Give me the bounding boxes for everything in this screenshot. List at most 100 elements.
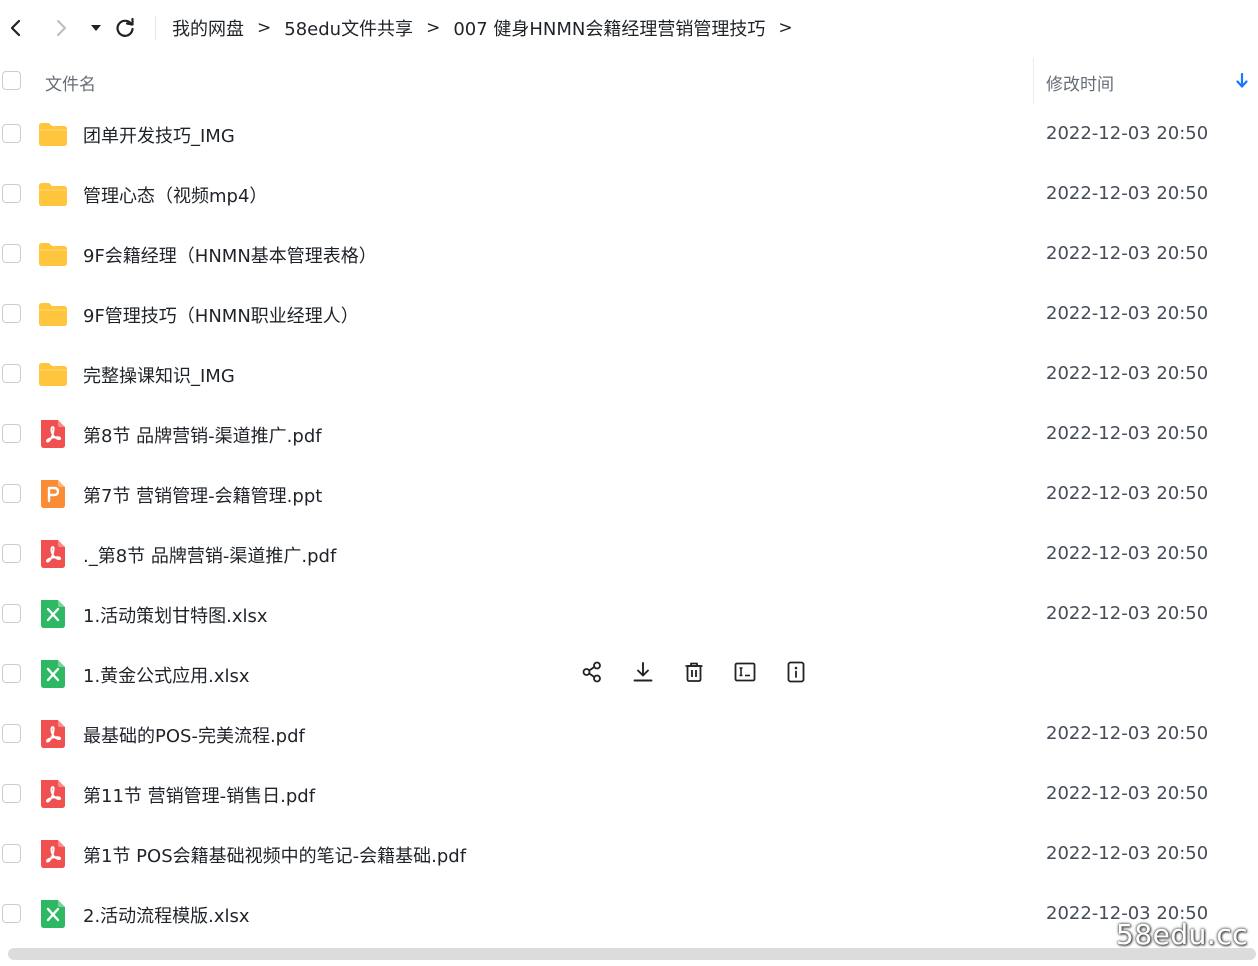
folder-icon	[38, 240, 68, 268]
folder-icon	[38, 360, 68, 388]
share-button[interactable]	[578, 660, 606, 688]
file-row[interactable]: 完整操课知识_IMG 2022-12-03 20:50	[0, 344, 1258, 404]
modified-time: 2022-12-03 20:50	[1046, 303, 1209, 324]
file-row[interactable]: 第11节 营销管理-销售日.pdf 2022-12-03 20:50	[0, 764, 1258, 824]
file-list: 团单开发技巧_IMG 2022-12-03 20:50 管理心态（视频mp4） 202…	[0, 104, 1258, 944]
pdf-file-icon	[38, 540, 68, 568]
file-row[interactable]: 2.活动流程模版.xlsx 2022-12-03 20:50	[0, 884, 1258, 944]
toolbar-divider	[155, 16, 156, 40]
modified-time: 2022-12-03 20:50	[1046, 843, 1209, 864]
file-row[interactable]: 第1节 POS会籍基础视频中的笔记-会籍基础.pdf 2022-12-03 20:…	[0, 824, 1258, 884]
file-row[interactable]: ._第8节 品牌营销-渠道推广.pdf 2022-12-03 20:50	[0, 524, 1258, 584]
delete-button[interactable]	[680, 660, 708, 688]
file-name[interactable]: 1.活动策划甘特图.xlsx	[83, 602, 268, 628]
file-name[interactable]: 2.活动流程模版.xlsx	[83, 902, 250, 928]
modified-time: 2022-12-03 20:50	[1046, 783, 1209, 804]
table-header: 文件名 修改时间	[0, 58, 1258, 104]
watermark-text: 58edu.cc	[1116, 918, 1249, 951]
folder-icon	[38, 300, 68, 328]
file-name[interactable]: 9F管理技巧（HNMN职业经理人）	[83, 302, 359, 328]
row-checkbox[interactable]	[2, 784, 21, 803]
pdf-file-icon	[38, 420, 68, 448]
folder-icon	[38, 120, 68, 148]
xlsx-file-icon	[38, 900, 68, 928]
rename-button[interactable]	[731, 660, 759, 688]
row-checkbox[interactable]	[2, 844, 21, 863]
file-name[interactable]: 第7节 营销管理-会籍管理.ppt	[83, 482, 322, 508]
breadcrumb-item-current[interactable]: 007 健身HNMN会籍经理营销管理技巧	[453, 15, 765, 41]
file-name[interactable]: 第8节 品牌营销-渠道推广.pdf	[83, 422, 322, 448]
file-row[interactable]: 团单开发技巧_IMG 2022-12-03 20:50	[0, 104, 1258, 164]
column-divider[interactable]	[1033, 58, 1034, 104]
share-icon	[580, 660, 604, 688]
caret-down-icon	[91, 25, 101, 31]
file-row[interactable]: 1.黄金公式应用.xlsx	[0, 644, 1258, 704]
file-row[interactable]: 第8节 品牌营销-渠道推广.pdf 2022-12-03 20:50	[0, 404, 1258, 464]
modified-time: 2022-12-03 20:50	[1046, 723, 1209, 744]
file-name[interactable]: ._第8节 品牌营销-渠道推广.pdf	[83, 542, 336, 568]
file-row[interactable]: 管理心态（视频mp4） 2022-12-03 20:50	[0, 164, 1258, 224]
breadcrumb: 我的网盘 > 58edu文件共享 > 007 健身HNMN会籍经理营销管理技巧 …	[172, 16, 806, 40]
row-checkbox[interactable]	[2, 724, 21, 743]
sort-descending-icon[interactable]	[1234, 72, 1250, 90]
file-name[interactable]: 1.黄金公式应用.xlsx	[83, 662, 250, 688]
modified-time: 2022-12-03 20:50	[1046, 123, 1209, 144]
row-checkbox[interactable]	[2, 664, 21, 683]
column-header-name[interactable]: 文件名	[45, 70, 96, 95]
history-dropdown-button[interactable]	[82, 14, 110, 42]
row-checkbox[interactable]	[2, 184, 21, 203]
row-checkbox[interactable]	[2, 364, 21, 383]
modified-time: 2022-12-03 20:50	[1046, 423, 1209, 444]
file-name[interactable]: 9F会籍经理（HNMN基本管理表格）	[83, 242, 377, 268]
refresh-icon	[116, 17, 134, 37]
row-checkbox[interactable]	[2, 304, 21, 323]
column-header-modified-time[interactable]: 修改时间	[1046, 70, 1114, 95]
modified-time: 2022-12-03 20:50	[1046, 603, 1209, 624]
modified-time: 2022-12-03 20:50	[1046, 543, 1209, 564]
row-checkbox[interactable]	[2, 904, 21, 923]
row-checkbox[interactable]	[2, 484, 21, 503]
file-name[interactable]: 第1节 POS会籍基础视频中的笔记-会籍基础.pdf	[83, 842, 466, 868]
pdf-file-icon	[38, 780, 68, 808]
delete-icon	[682, 660, 706, 688]
modified-time: 2022-12-03 20:50	[1046, 183, 1209, 204]
back-button[interactable]	[2, 14, 30, 42]
breadcrumb-separator: >	[778, 18, 793, 38]
row-checkbox[interactable]	[2, 244, 21, 263]
file-name[interactable]: 完整操课知识_IMG	[83, 362, 235, 388]
file-row[interactable]: 9F会籍经理（HNMN基本管理表格） 2022-12-03 20:50	[0, 224, 1258, 284]
breadcrumb-separator: >	[257, 18, 272, 38]
row-checkbox[interactable]	[2, 544, 21, 563]
file-name[interactable]: 团单开发技巧_IMG	[83, 122, 235, 148]
download-button[interactable]	[629, 660, 657, 688]
file-name[interactable]: 管理心态（视频mp4）	[83, 182, 267, 208]
horizontal-scrollbar[interactable]	[8, 948, 1256, 960]
select-all-checkbox[interactable]	[2, 71, 21, 90]
breadcrumb-separator: >	[426, 18, 441, 38]
forward-button[interactable]	[47, 14, 75, 42]
pdf-file-icon	[38, 840, 68, 868]
xlsx-file-icon	[38, 660, 68, 688]
modified-time: 2022-12-03 20:50	[1046, 243, 1209, 264]
file-name[interactable]: 第11节 营销管理-销售日.pdf	[83, 782, 315, 808]
file-name[interactable]: 最基础的POS-完美流程.pdf	[83, 722, 305, 748]
row-checkbox[interactable]	[2, 424, 21, 443]
file-row[interactable]: 第7节 营销管理-会籍管理.ppt 2022-12-03 20:50	[0, 464, 1258, 524]
details-button[interactable]	[782, 660, 810, 688]
file-row[interactable]: 9F管理技巧（HNMN职业经理人） 2022-12-03 20:50	[0, 284, 1258, 344]
row-checkbox[interactable]	[2, 604, 21, 623]
more-info-icon	[784, 660, 808, 688]
breadcrumb-item-shared[interactable]: 58edu文件共享	[284, 15, 413, 41]
chevron-left-icon	[10, 19, 21, 37]
download-icon	[631, 660, 655, 688]
rename-icon	[733, 660, 757, 688]
pdf-file-icon	[38, 720, 68, 748]
xlsx-file-icon	[38, 600, 68, 628]
file-row[interactable]: 最基础的POS-完美流程.pdf 2022-12-03 20:50	[0, 704, 1258, 764]
file-row[interactable]: 1.活动策划甘特图.xlsx 2022-12-03 20:50	[0, 584, 1258, 644]
breadcrumb-item-root[interactable]: 我的网盘	[172, 15, 244, 41]
modified-time: 2022-12-03 20:50	[1046, 363, 1209, 384]
refresh-button[interactable]	[111, 14, 139, 42]
top-nav-bar: 我的网盘 > 58edu文件共享 > 007 健身HNMN会籍经理营销管理技巧 …	[0, 0, 1258, 56]
row-checkbox[interactable]	[2, 124, 21, 143]
